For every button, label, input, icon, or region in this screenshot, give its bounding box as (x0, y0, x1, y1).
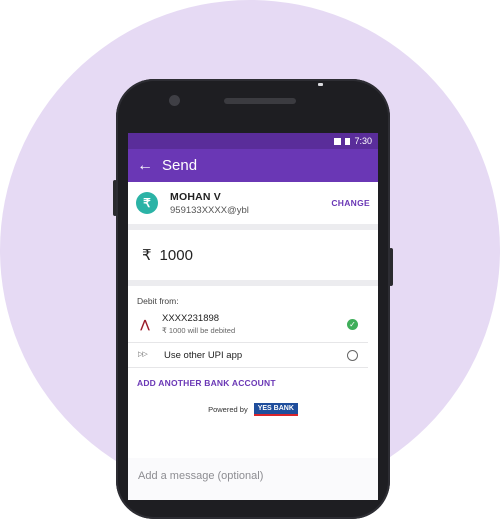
payee-card: ₹ MOHAN V 959133XXXX@ybl CHANGE (128, 182, 378, 224)
powered-by-label: Powered by (208, 405, 248, 414)
selected-check-icon[interactable]: ✓ (347, 318, 358, 330)
rupee-avatar-icon: ₹ (136, 192, 158, 214)
other-upi-app-row[interactable]: ▷▷ Use other UPI app (128, 343, 368, 368)
message-input[interactable]: Add a message (optional) (128, 466, 388, 494)
bank-account-row[interactable]: ⋀ XXXX231898 ₹ 1000 will be debited ✓ (128, 306, 368, 343)
rupee-symbol: ₹ (142, 247, 152, 264)
other-upi-label: Use other UPI app (164, 349, 243, 361)
yes-bank-logo-text: YES BANK (257, 405, 294, 412)
axis-bank-logo-icon: ⋀ (140, 318, 150, 331)
status-time: 7:30 (354, 136, 372, 146)
payee-vpa: 959133XXXX@ybl (170, 204, 249, 216)
amount-value: 1000 (159, 246, 193, 264)
debit-from-card: Debit from: ⋀ XXXX231898 ₹ 1000 will be … (128, 286, 378, 461)
phone-screen: 7:30 ← Send ₹ MOHAN V 959133XXXX@ybl CHA… (128, 133, 378, 473)
add-bank-account-link[interactable]: ADD ANOTHER BANK ACCOUNT (128, 368, 378, 388)
debit-from-label: Debit from: (137, 296, 179, 306)
amount-field[interactable]: ₹ 1000 (128, 230, 378, 280)
debit-amount-note: ₹ 1000 will be debited (162, 326, 236, 335)
page-title: Send (162, 157, 198, 174)
back-arrow-icon[interactable]: ← (128, 157, 162, 175)
app-bar: ← Send (128, 149, 378, 182)
payee-info: MOHAN V 959133XXXX@ybl (170, 191, 331, 216)
change-payee-button[interactable]: CHANGE (331, 198, 370, 208)
front-camera (169, 95, 180, 106)
upi-logo-icon: ▷▷ (138, 351, 148, 358)
account-info: XXXX231898 ₹ 1000 will be debited (162, 313, 347, 335)
battery-icon (345, 137, 351, 145)
earpiece-speaker (224, 98, 296, 104)
other-upi-label-wrap: Use other UPI app (164, 350, 347, 361)
phone-sensor (318, 83, 323, 86)
status-bar: 7:30 (128, 133, 378, 149)
payee-name: MOHAN V (170, 190, 221, 203)
account-number: XXXX231898 (162, 313, 220, 324)
radio-unselected-icon[interactable] (347, 349, 358, 361)
signal-icon (334, 137, 342, 145)
powered-by: Powered by YES BANK (128, 403, 378, 416)
yes-bank-logo: YES BANK (253, 403, 298, 416)
